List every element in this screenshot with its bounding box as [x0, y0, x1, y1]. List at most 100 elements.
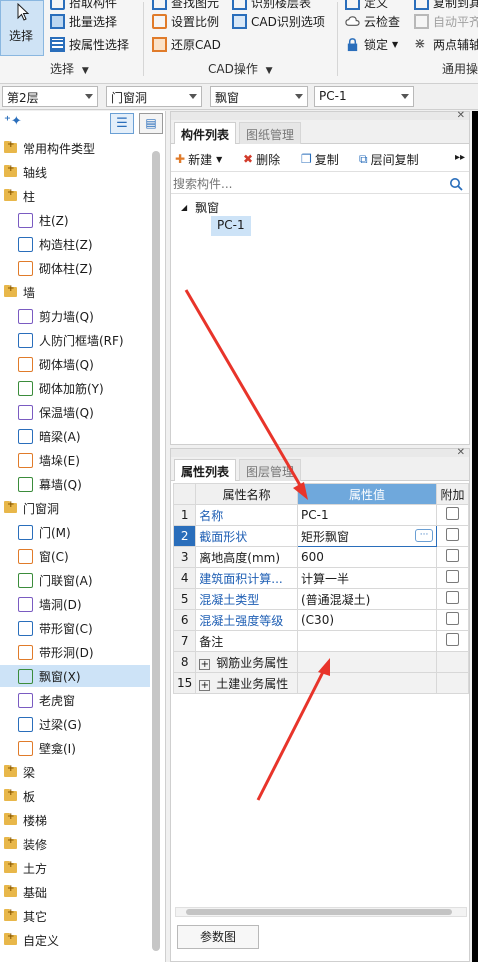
tree-item[interactable]: 带形窗(C) — [0, 617, 150, 639]
tree-item[interactable]: 门(M) — [0, 521, 150, 543]
property-extra — [436, 567, 469, 589]
property-row[interactable]: 15 + 土建业务属性 — [172, 672, 469, 694]
tree-folder[interactable]: 柱 — [0, 185, 150, 207]
property-hscrollbar[interactable] — [175, 907, 467, 917]
tree-item[interactable]: 幕墙(Q) — [0, 473, 150, 495]
scroll-thumb[interactable] — [186, 909, 452, 915]
tree-item[interactable]: 过梁(G) — [0, 713, 150, 735]
extra-checkbox[interactable] — [446, 570, 460, 583]
tree-item[interactable]: 砌体加筋(Y) — [0, 377, 150, 399]
property-row[interactable]: 4 建筑面积计算... 计算一半 — [172, 567, 469, 589]
component-tree-group[interactable]: ◢ 飘窗 — [181, 198, 219, 216]
tab-component-list[interactable]: 构件列表 — [174, 122, 237, 144]
tree-folder[interactable]: 墙 — [0, 281, 150, 303]
add-pin-icon[interactable]: ⁺✦ — [4, 114, 22, 129]
category-select[interactable]: 门窗洞 — [106, 86, 202, 107]
tree-folder[interactable]: 板 — [0, 785, 150, 807]
tree-item[interactable]: 墙洞(D) — [0, 593, 150, 615]
property-value[interactable] — [296, 630, 438, 652]
floor-copy-button[interactable]: ⧉ 层间复制 — [359, 149, 419, 169]
tree-item[interactable]: 人防门框墙(RF) — [0, 329, 150, 351]
auto-level-button[interactable]: 自动平齐 — [414, 11, 478, 31]
search-input[interactable] — [173, 175, 443, 192]
tree-item[interactable]: 砌体墙(Q) — [0, 353, 150, 375]
tree-item[interactable]: 墙垛(E) — [0, 449, 150, 471]
tree-scrollbar[interactable] — [152, 151, 160, 951]
property-value[interactable]: 600 — [296, 546, 438, 568]
property-row[interactable]: 3 离地高度(mm) 600 — [172, 546, 469, 568]
tree-folder[interactable]: 基础 — [0, 881, 150, 903]
tree-item[interactable]: 暗梁(A) — [0, 425, 150, 447]
extra-checkbox[interactable] — [446, 633, 460, 646]
extra-checkbox[interactable] — [446, 612, 460, 625]
tab-layer-management[interactable]: 图层管理 — [239, 459, 302, 481]
search-icon[interactable] — [449, 177, 463, 191]
collapse-icon[interactable]: ◢ — [181, 203, 187, 212]
property-value[interactable]: 计算一半 — [296, 567, 438, 589]
property-row[interactable]: 7 备注 — [172, 630, 469, 652]
type-select[interactable]: 飘窗 — [210, 86, 308, 107]
floor-select[interactable]: 第2层 — [2, 86, 98, 107]
extra-checkbox[interactable] — [446, 528, 460, 541]
batch-select-button[interactable]: 批量选择 — [50, 11, 117, 31]
set-scale-button[interactable]: 设置比例 — [152, 11, 219, 31]
cloud-check-button[interactable]: 云检查 — [345, 11, 400, 31]
tree-item[interactable]: 带形洞(D) — [0, 641, 150, 663]
tree-item[interactable]: 老虎窗 — [0, 689, 150, 711]
tree-folder[interactable]: 门窗洞 — [0, 497, 150, 519]
cad-options-label: CAD识别选项 — [251, 14, 325, 29]
select-by-attr-button[interactable]: 按属性选择 — [50, 34, 129, 54]
list-view-icon[interactable]: ☰ — [110, 113, 134, 134]
property-value[interactable]: (C30) — [296, 609, 438, 631]
tree-item[interactable]: 砌体柱(Z) — [0, 257, 150, 279]
tree-folder[interactable]: 梁 — [0, 761, 150, 783]
select-big-button[interactable]: 选择 — [0, 0, 44, 56]
restore-cad-button[interactable]: 还原CAD — [152, 34, 221, 54]
tab-property-list[interactable]: 属性列表 — [174, 459, 237, 481]
tree-folder[interactable]: 常用构件类型 — [0, 137, 150, 159]
component-item-selected[interactable]: PC-1 — [211, 216, 251, 236]
cad-options-button[interactable]: CAD识别选项 — [232, 11, 325, 31]
property-row[interactable]: 2 截面形状 矩形飘窗 ··· — [172, 525, 469, 547]
tree-item[interactable]: 保温墙(Q) — [0, 401, 150, 423]
tree-folder[interactable]: 楼梯 — [0, 809, 150, 831]
property-row[interactable]: 8 + 钢筋业务属性 — [172, 651, 469, 673]
component-select[interactable]: PC-1 — [314, 86, 414, 107]
tree-item[interactable]: 飘窗(X) — [0, 665, 150, 687]
lock-button[interactable]: 锁定 ▼ — [345, 34, 398, 54]
tab-drawing-management[interactable]: 图纸管理 — [239, 122, 302, 144]
tree-item[interactable]: 窗(C) — [0, 545, 150, 567]
tree-folder[interactable]: 自定义 — [0, 929, 150, 951]
tree-item[interactable]: 门联窗(A) — [0, 569, 150, 591]
extra-checkbox[interactable] — [446, 549, 460, 562]
tree-folder[interactable]: 其它 — [0, 905, 150, 927]
property-row[interactable]: 5 混凝土类型 (普通混凝土) — [172, 588, 469, 610]
new-button[interactable]: ✚ 新建 ▼ — [175, 149, 222, 169]
two-point-axis-button[interactable]: ⋇ 两点辅轴 — [414, 34, 478, 54]
tree-item[interactable]: 壁龛(I) — [0, 737, 150, 759]
extra-checkbox[interactable] — [446, 591, 460, 604]
more-icon[interactable]: ▸▸ — [455, 152, 465, 163]
property-row[interactable]: 1 名称 PC-1 — [172, 504, 469, 526]
grid-view-icon[interactable]: ▤ — [139, 113, 163, 134]
property-value[interactable]: 矩形飘窗 ··· — [296, 525, 438, 547]
tree-item[interactable]: 剪力墙(Q) — [0, 305, 150, 327]
extra-checkbox[interactable] — [446, 507, 460, 520]
tree-folder[interactable]: 轴线 — [0, 161, 150, 183]
expand-icon[interactable]: + — [199, 658, 211, 670]
param-diagram-button[interactable]: 参数图 — [177, 925, 259, 949]
property-extra — [436, 525, 469, 547]
chevron-down-icon[interactable]: ▼ — [82, 66, 89, 76]
chevron-down-icon[interactable]: ▼ — [266, 66, 273, 76]
tree-folder[interactable]: 土方 — [0, 857, 150, 879]
property-value[interactable]: (普通混凝土) — [296, 588, 438, 610]
tree-item[interactable]: 构造柱(Z) — [0, 233, 150, 255]
tree-folder[interactable]: 装修 — [0, 833, 150, 855]
copy-button[interactable]: ❐ 复制 — [301, 149, 339, 169]
property-row[interactable]: 6 混凝土强度等级 (C30) — [172, 609, 469, 631]
property-value[interactable]: PC-1 — [296, 504, 438, 526]
expand-icon[interactable]: + — [199, 679, 211, 691]
delete-button[interactable]: ✖ 删除 — [243, 149, 280, 169]
tree-item[interactable]: 柱(Z) — [0, 209, 150, 231]
ellipsis-button[interactable]: ··· — [415, 529, 434, 542]
